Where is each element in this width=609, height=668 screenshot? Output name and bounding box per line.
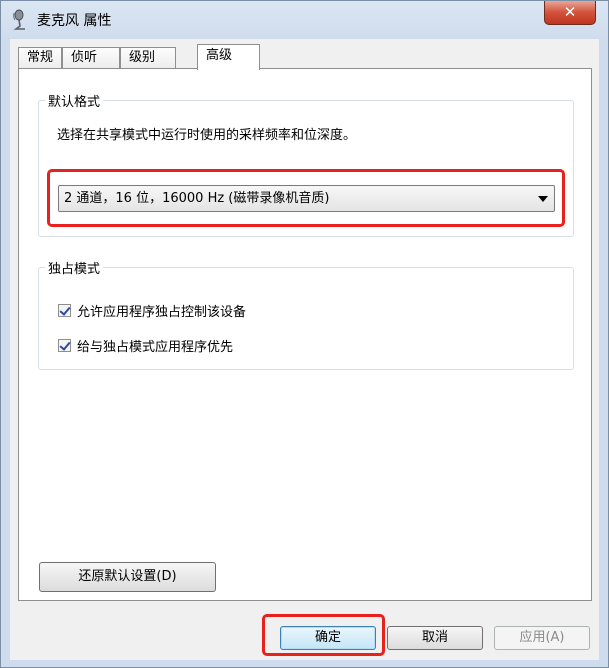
sample-format-value: 2 通道，16 位，16000 Hz (磁带录像机音质)	[64, 191, 330, 206]
sample-format-dropdown[interactable]: 2 通道，16 位，16000 Hz (磁带录像机音质)	[58, 185, 555, 212]
exclusive-priority-option[interactable]: 给与独占模式应用程序优先	[58, 336, 233, 355]
close-button[interactable]: ✕	[544, 1, 596, 25]
allow-exclusive-control-option[interactable]: 允许应用程序独占控制该设备	[58, 301, 246, 320]
tab-general[interactable]: 常规	[18, 47, 62, 69]
apply-button[interactable]: 应用(A)	[494, 626, 590, 650]
microphone-icon	[13, 9, 25, 30]
default-format-description: 选择在共享模式中运行时使用的采样频率和位深度。	[57, 128, 357, 143]
window-title: 麦克风 属性	[37, 13, 112, 29]
exclusive-priority-checkbox[interactable]	[58, 338, 71, 352]
dropdown-arrow-icon[interactable]	[538, 196, 548, 202]
exclusive-priority-label[interactable]: 给与独占模式应用程序优先	[77, 336, 233, 355]
tab-listen[interactable]: 侦听	[62, 47, 120, 69]
title-bar[interactable]: 麦克风 属性 ✕	[1, 1, 608, 39]
advanced-tab-panel: 默认格式 选择在共享模式中运行时使用的采样频率和位深度。 2 通道，16 位，1…	[18, 68, 592, 601]
exclusive-mode-label: 独占模式	[45, 258, 104, 277]
tab-levels[interactable]: 级别	[120, 47, 176, 69]
dialog-client-area: 常规 侦听 级别 高级 默认格式 选择在共享模式中运行时使用的采样频率和位深度。…	[10, 39, 599, 660]
exclusive-mode-group: 独占模式 允许应用程序独占控制该设备 给与独占模式应用程序优先	[38, 258, 574, 370]
restore-defaults-button[interactable]: 还原默认设置(D)	[39, 562, 216, 592]
properties-window: 麦克风 属性 ✕ 常规 侦听 级别 高级 默认格式 选择在共享模式中运行时使用的…	[0, 0, 609, 668]
default-format-group: 默认格式 选择在共享模式中运行时使用的采样频率和位深度。 2 通道，16 位，1…	[38, 91, 574, 237]
allow-exclusive-label[interactable]: 允许应用程序独占控制该设备	[77, 301, 246, 320]
tab-advanced[interactable]: 高级	[197, 44, 260, 70]
cancel-button[interactable]: 取消	[387, 626, 483, 650]
allow-exclusive-checkbox[interactable]	[58, 303, 71, 317]
ok-button[interactable]: 确定	[280, 626, 376, 650]
default-format-label: 默认格式	[45, 91, 104, 110]
